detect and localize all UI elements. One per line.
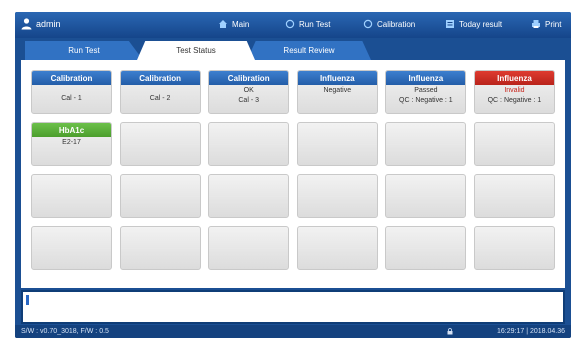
slot-line: Cal - 1: [61, 95, 82, 102]
slot-header: Influenza: [386, 71, 466, 85]
status-bar: S/W : v0.70_3018, F/W : 0.5 16:29:17 | 2…: [15, 325, 571, 338]
slot-divider: [474, 144, 554, 145]
home-icon: [219, 20, 227, 28]
lock-icon: [447, 328, 453, 335]
message-box[interactable]: [23, 292, 563, 322]
tab-test-status[interactable]: Test Status: [137, 41, 255, 60]
test-slot-11[interactable]: [385, 122, 467, 166]
slot-divider: [120, 196, 200, 197]
slot-header: Calibration: [209, 71, 289, 85]
slot-line: Invalid: [504, 87, 525, 94]
test-slot-3[interactable]: Calibration OK Cal - 3: [208, 70, 290, 114]
tab-result-review[interactable]: Result Review: [247, 41, 371, 60]
tab-bar: Run Test Result Review Test Status: [15, 38, 571, 60]
test-slot-16[interactable]: [296, 174, 378, 218]
slot-header: HbA1c: [32, 123, 111, 137]
test-slot-10[interactable]: [296, 122, 378, 166]
test-slot-17[interactable]: [385, 174, 467, 218]
nav-run-test[interactable]: Run Test: [285, 19, 330, 29]
test-slot-8[interactable]: [119, 122, 201, 166]
test-slot-1[interactable]: Calibration Cal - 1: [31, 70, 112, 114]
nav-main-label: Main: [232, 19, 250, 29]
test-slot-7[interactable]: HbA1c E2-17: [31, 122, 112, 166]
slot-header: Calibration: [120, 71, 200, 85]
test-slot-5[interactable]: Influenza Passed QC : Negative : 1: [385, 70, 467, 114]
message-box-frame: [21, 290, 565, 324]
test-slot-grid: Calibration Cal - 1 Calibration Cal - 2 …: [31, 70, 555, 270]
slot-line: OK: [243, 87, 254, 94]
nav-today-result[interactable]: Today result: [445, 19, 502, 29]
list-icon: [446, 20, 454, 28]
text-cursor: [26, 295, 29, 305]
slot-line: Negative: [323, 87, 352, 94]
slot-line: E2-17: [62, 139, 81, 146]
nav-calibration[interactable]: Calibration: [363, 19, 415, 29]
slot-divider: [120, 248, 200, 249]
slot-line: Cal - 3: [238, 97, 259, 104]
test-slot-20[interactable]: [119, 226, 201, 270]
slot-divider: [120, 144, 200, 145]
slot-divider: [474, 248, 554, 249]
test-slot-18[interactable]: [473, 174, 555, 218]
slot-divider: [209, 144, 289, 145]
nav-today-result-label: Today result: [459, 19, 503, 29]
nav-calibration-label: Calibration: [377, 19, 416, 29]
nav-run-test-label: Run Test: [299, 19, 331, 29]
test-slot-4[interactable]: Influenza Negative: [296, 70, 378, 114]
slot-divider: [297, 248, 377, 249]
slot-divider: [474, 196, 554, 197]
test-slot-14[interactable]: [119, 174, 201, 218]
slot-divider: [386, 144, 466, 145]
test-slot-2[interactable]: Calibration Cal - 2: [119, 70, 201, 114]
test-slot-24[interactable]: [473, 226, 555, 270]
test-slot-15[interactable]: [208, 174, 290, 218]
date-time: 16:29:17 | 2018.04.36: [497, 328, 565, 335]
tab-run-test[interactable]: Run Test: [25, 41, 143, 60]
user-indicator: admin: [21, 18, 61, 30]
printer-icon: [532, 20, 540, 28]
version-info: S/W : v0.70_3018, F/W : 0.5: [21, 328, 109, 335]
slot-divider: [32, 248, 111, 249]
slot-divider: [297, 196, 377, 197]
nav-print-label: Print: [545, 19, 562, 29]
test-slot-19[interactable]: [31, 226, 112, 270]
nav-main[interactable]: Main: [218, 19, 249, 29]
slot-header: Influenza: [474, 71, 554, 85]
test-status-panel: Calibration Cal - 1 Calibration Cal - 2 …: [21, 60, 565, 288]
test-slot-22[interactable]: [296, 226, 378, 270]
nav-print[interactable]: Print: [531, 19, 561, 29]
slot-line: Cal - 2: [149, 95, 171, 102]
slot-divider: [386, 196, 466, 197]
slot-divider: [209, 248, 289, 249]
user-name: admin: [36, 19, 61, 29]
run-test-icon: [285, 19, 295, 29]
slot-line: Passed: [414, 87, 438, 94]
slot-header: Calibration: [32, 71, 111, 85]
app-window: admin Main Run Test Calibration Today re…: [15, 12, 571, 338]
test-slot-12[interactable]: [473, 122, 555, 166]
test-slot-9[interactable]: [208, 122, 290, 166]
slot-divider: [386, 248, 466, 249]
slot-divider: [32, 196, 111, 197]
slot-line: QC : Negative : 1: [399, 97, 453, 104]
slot-divider: [209, 196, 289, 197]
top-bar: admin Main Run Test Calibration Today re…: [15, 12, 571, 38]
test-slot-23[interactable]: [385, 226, 467, 270]
slot-header: Influenza: [297, 71, 377, 85]
calibration-icon: [363, 19, 373, 29]
slot-divider: [297, 144, 377, 145]
test-slot-6[interactable]: Influenza Invalid QC : Negative : 1: [473, 70, 555, 114]
user-icon: [21, 18, 32, 30]
test-slot-21[interactable]: [208, 226, 290, 270]
test-slot-13[interactable]: [31, 174, 112, 218]
slot-line: QC : Negative : 1: [487, 97, 542, 104]
